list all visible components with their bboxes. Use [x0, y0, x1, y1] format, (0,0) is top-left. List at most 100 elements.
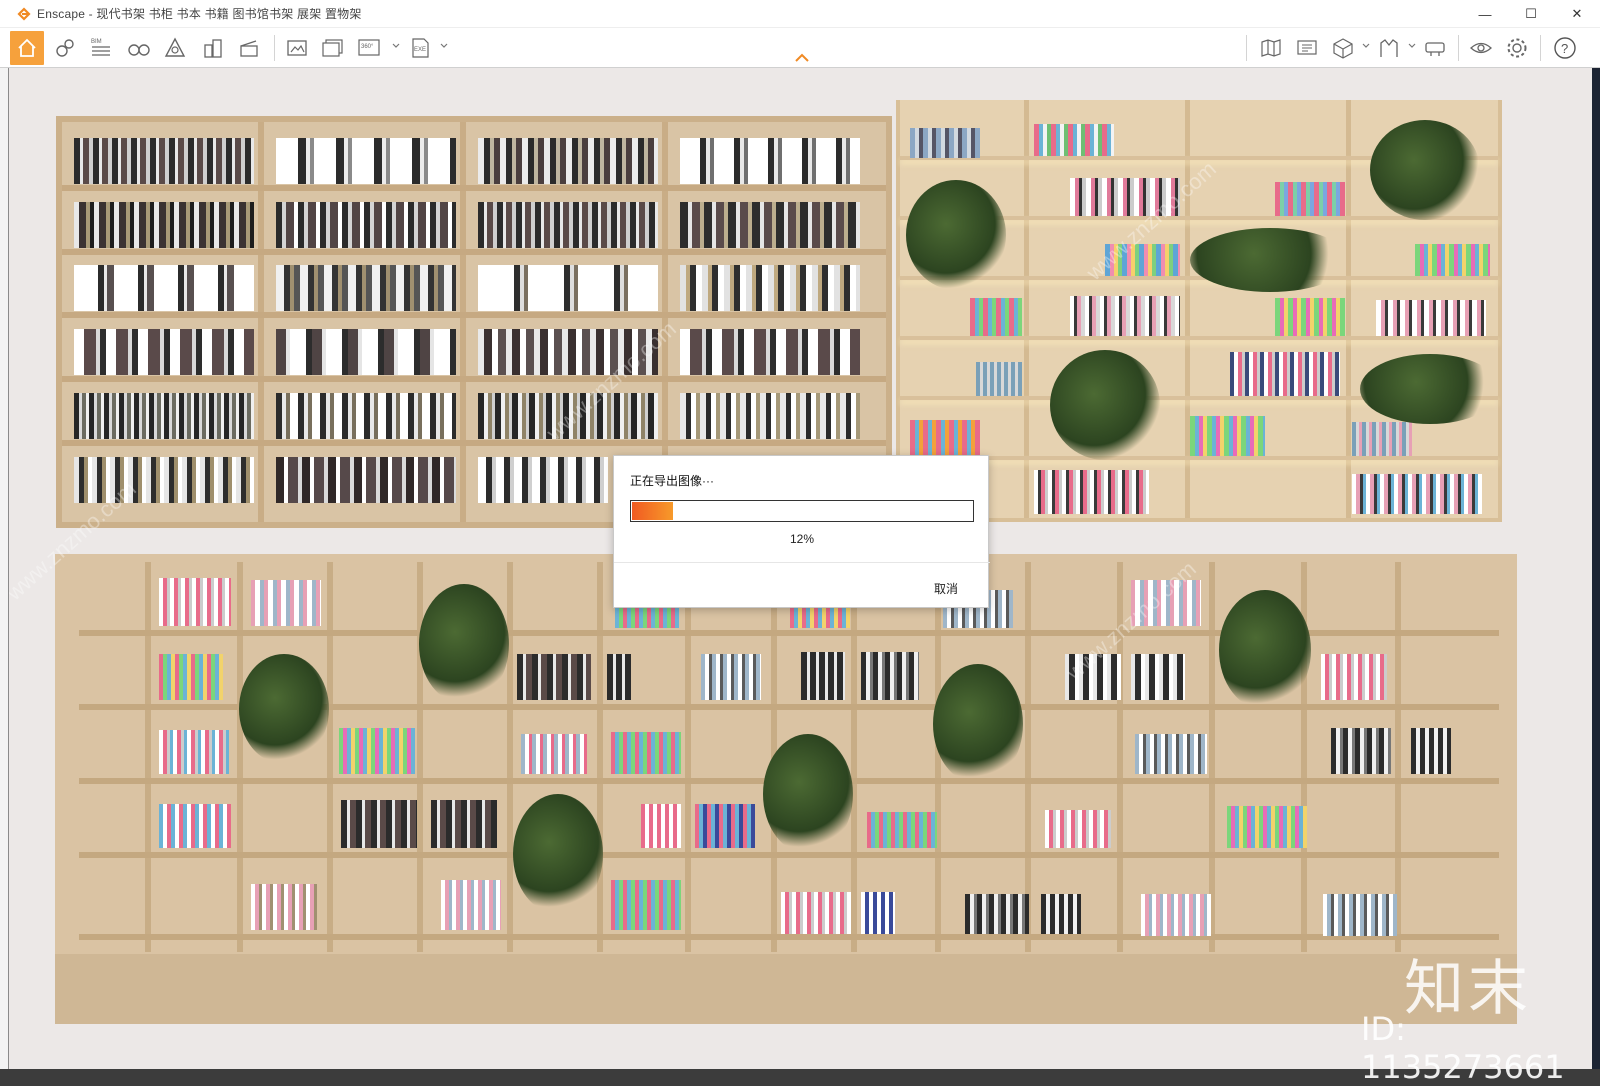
minimize-icon: — [1478, 6, 1492, 22]
shelf-board [900, 456, 1498, 460]
visibility-button[interactable] [1466, 31, 1496, 65]
vr-button[interactable] [1374, 31, 1404, 65]
book-row [1275, 182, 1345, 216]
cancel-button[interactable]: 取消 [934, 580, 958, 597]
book-row [251, 580, 321, 626]
shelf-divider [258, 122, 264, 522]
panorama-360-icon: 360° [358, 39, 380, 56]
book-row [276, 393, 456, 439]
svg-text:360°: 360° [361, 44, 374, 50]
shelf-divider [237, 562, 243, 952]
book-row [74, 138, 254, 184]
settings-icon [1507, 38, 1527, 58]
book-row [1323, 894, 1397, 936]
asset-library-icon [56, 39, 74, 57]
book-row [1415, 244, 1490, 276]
book-row [276, 457, 456, 503]
visual-settings-button[interactable] [160, 31, 190, 65]
clapper-icon [240, 40, 258, 57]
shelf-divider [597, 562, 603, 952]
svg-text:EXE: EXE [414, 47, 426, 53]
batch-render-button[interactable] [318, 31, 348, 65]
book-row [478, 138, 658, 184]
book-row [1070, 296, 1180, 336]
shelf-divider [507, 562, 513, 952]
close-icon: ✕ [1571, 6, 1583, 21]
book-row [341, 800, 417, 848]
minimize-button[interactable]: — [1462, 0, 1508, 28]
hanging-plant [419, 584, 509, 704]
book-row [910, 420, 980, 456]
screenshot-button[interactable] [282, 31, 312, 65]
shelf-base [55, 954, 1517, 1024]
exe-export-button[interactable]: EXE [406, 31, 436, 65]
cube-icon [1333, 38, 1353, 59]
upload-icon [1297, 40, 1317, 55]
book-row [276, 202, 456, 248]
cube-button[interactable] [1328, 31, 1358, 65]
maximize-button[interactable]: ☐ [1508, 0, 1554, 28]
asset-library-button[interactable] [50, 31, 80, 65]
chevron-down-icon[interactable] [1408, 42, 1416, 50]
settings-button[interactable] [1502, 31, 1532, 65]
buildings-button[interactable] [198, 31, 228, 65]
hanging-plant [1050, 350, 1160, 460]
hanging-plant [1370, 120, 1480, 220]
hanging-plant [513, 794, 603, 914]
shelf-board [62, 312, 886, 318]
book-row [159, 654, 223, 700]
book-row [867, 812, 937, 848]
video-editor-button[interactable] [234, 31, 264, 65]
buildings-icon [204, 39, 222, 58]
book-row [159, 578, 231, 626]
chevron-down-icon[interactable] [392, 42, 400, 50]
book-row [1141, 894, 1211, 936]
book-row [517, 654, 591, 700]
headset-button[interactable] [1420, 31, 1450, 65]
bim-button[interactable]: BIM [86, 31, 116, 65]
book-row [1041, 894, 1081, 934]
book-row [441, 880, 501, 930]
toolbar-separator [1540, 35, 1541, 61]
hanging-plant [906, 180, 1006, 290]
toolbar-separator [1246, 35, 1247, 61]
watermark-id: ID: 1135273661 [1361, 1010, 1565, 1086]
progress-fill [632, 502, 673, 520]
book-row [680, 393, 860, 439]
book-row [1230, 352, 1340, 396]
book-row [521, 734, 587, 774]
collapse-toolbar-chevron-icon[interactable] [794, 53, 810, 63]
book-row [74, 393, 254, 439]
chevron-down-icon[interactable] [1362, 42, 1370, 50]
visibility-icon [1470, 42, 1492, 54]
shelf-divider [327, 562, 333, 952]
map-button[interactable] [1256, 31, 1286, 65]
book-row [680, 265, 860, 311]
book-row [1352, 422, 1412, 456]
help-icon: ? [1554, 37, 1576, 59]
maximize-icon: ☐ [1525, 6, 1537, 21]
book-row [1131, 654, 1185, 700]
upload-button[interactable] [1292, 31, 1322, 65]
hanging-plant [1219, 590, 1311, 710]
bookshelf-bottom [55, 554, 1517, 1024]
shelf-board [62, 440, 886, 446]
help-button[interactable]: ? [1550, 31, 1580, 65]
book-row [607, 654, 631, 700]
book-row [478, 457, 608, 503]
book-row [910, 128, 980, 158]
bim-icon: BIM [91, 39, 110, 56]
close-button[interactable]: ✕ [1554, 0, 1600, 28]
book-row [74, 329, 254, 375]
hanging-plant [1360, 354, 1500, 424]
book-row [159, 730, 229, 774]
home-button[interactable] [10, 31, 44, 65]
book-row [1227, 806, 1307, 848]
book-row [1034, 470, 1149, 514]
chevron-down-icon[interactable] [440, 42, 448, 50]
batch-render-icon [322, 39, 343, 57]
binoculars-button[interactable] [124, 31, 154, 65]
panorama-button[interactable]: 360° [354, 31, 386, 65]
book-row [611, 732, 681, 774]
book-row [970, 298, 1022, 336]
